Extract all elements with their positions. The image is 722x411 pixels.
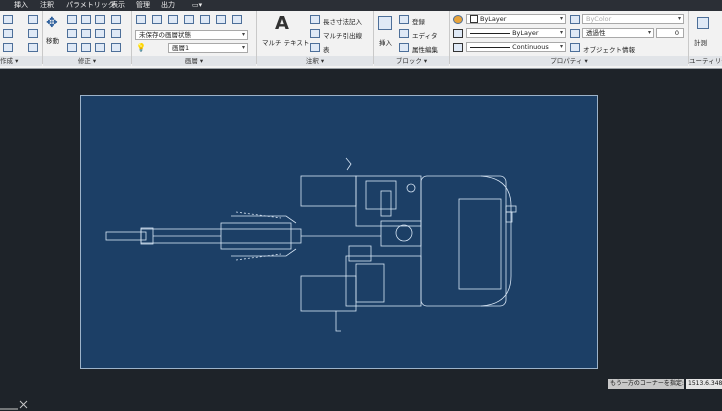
multileader-label[interactable]: マルチ引出線 bbox=[323, 30, 362, 40]
match-properties-icon[interactable] bbox=[453, 15, 463, 24]
lineweight-combo[interactable]: Continuous ▾ bbox=[466, 42, 566, 52]
copy-icon[interactable] bbox=[67, 15, 77, 24]
excavator-drawing bbox=[105, 157, 517, 332]
linetype-combo[interactable]: ByLayer ▾ bbox=[466, 28, 566, 38]
linetype-icon[interactable] bbox=[453, 43, 463, 52]
ucs-icon bbox=[0, 400, 28, 410]
panel-title-properties[interactable]: プロパティ ▾ bbox=[450, 56, 688, 66]
array-icon[interactable] bbox=[81, 43, 91, 52]
layer-state-combo[interactable]: 未保存の画層状態 ▾ bbox=[135, 30, 248, 40]
tab-parametric[interactable]: パラメトリック bbox=[66, 0, 115, 11]
rotate-icon[interactable] bbox=[81, 15, 91, 24]
layer-isolate-icon[interactable] bbox=[168, 15, 178, 24]
plotstyle-icon bbox=[570, 15, 580, 24]
multileader-icon[interactable] bbox=[310, 29, 320, 38]
move-label[interactable]: 移動 bbox=[46, 35, 59, 45]
block-create-icon[interactable] bbox=[399, 15, 409, 24]
lineweight-icon[interactable] bbox=[453, 29, 463, 38]
transparency-combo[interactable]: 透過性 ▾ bbox=[582, 28, 654, 38]
trim-icon[interactable] bbox=[95, 15, 105, 24]
tab-output[interactable]: 出力 bbox=[161, 0, 175, 11]
panel-title-block[interactable]: ブロック ▾ bbox=[374, 56, 449, 66]
plotstyle-combo[interactable]: ByColor ▾ bbox=[582, 14, 684, 24]
panel-title-layers[interactable]: 画層 ▾ bbox=[132, 56, 256, 66]
attribute-edit-label[interactable]: 属性編集 bbox=[412, 44, 438, 54]
ribbon: ✥ 移動 未保存の画層状態 ▾ 💡 画層1 ▾ A マルチ テキスト 長さ寸法記入 … bbox=[0, 11, 722, 69]
mirror-icon[interactable] bbox=[67, 29, 77, 38]
ribbon-tab-bar: 挿入 注釈 パラメトリック 表示 管理 出力 ▭▾ bbox=[0, 0, 722, 11]
join-icon[interactable] bbox=[111, 43, 121, 52]
region-icon[interactable] bbox=[28, 43, 38, 52]
explode-icon[interactable] bbox=[95, 29, 105, 38]
tab-manage[interactable]: 管理 bbox=[136, 0, 150, 11]
tab-view[interactable]: 表示 bbox=[111, 0, 125, 11]
layer-properties-icon[interactable] bbox=[136, 15, 146, 24]
stretch-icon[interactable] bbox=[111, 29, 121, 38]
list-icon[interactable] bbox=[570, 43, 580, 52]
panel-title-modify[interactable]: 修正 ▾ bbox=[43, 56, 131, 66]
offset-icon[interactable] bbox=[95, 43, 105, 52]
panel-title-create[interactable]: 作成 ▾ bbox=[0, 56, 42, 66]
block-create-label[interactable]: 登録 bbox=[412, 16, 425, 26]
ellipse-icon[interactable] bbox=[3, 43, 13, 52]
tab-annotate[interactable]: 注釈 bbox=[40, 0, 54, 11]
layer-off-icon[interactable] bbox=[152, 15, 162, 24]
panel-title-annotation[interactable]: 注釈 ▾ bbox=[257, 56, 373, 66]
layer-match-icon[interactable] bbox=[216, 15, 226, 24]
layer-walk-icon[interactable] bbox=[232, 15, 242, 24]
table-label[interactable]: 表 bbox=[323, 44, 330, 54]
color-combo[interactable]: ByLayer ▾ bbox=[466, 14, 566, 24]
mtext-label[interactable]: マルチ テキスト bbox=[262, 37, 309, 47]
transparency-value[interactable]: 0 bbox=[656, 28, 684, 38]
arc-icon[interactable] bbox=[3, 15, 13, 24]
layer-freeze-icon[interactable] bbox=[184, 15, 194, 24]
move-icon[interactable]: ✥ bbox=[46, 15, 58, 31]
mtext-icon[interactable]: A bbox=[275, 13, 289, 34]
drawing-canvas[interactable] bbox=[80, 95, 598, 369]
scale-icon[interactable] bbox=[67, 43, 77, 52]
erase-icon[interactable] bbox=[111, 15, 121, 24]
table-icon[interactable] bbox=[310, 43, 320, 52]
layer-lock-icon[interactable] bbox=[200, 15, 210, 24]
linear-dimension-icon[interactable] bbox=[310, 15, 320, 24]
measure-icon[interactable] bbox=[697, 17, 709, 29]
transparency-icon[interactable] bbox=[570, 29, 580, 38]
block-insert-label[interactable]: 挿入 bbox=[379, 37, 392, 47]
measure-label[interactable]: 計測 bbox=[694, 37, 707, 47]
linear-dimension-label[interactable]: 長さ寸法記入 bbox=[323, 16, 362, 26]
circle-icon[interactable] bbox=[3, 29, 13, 38]
layer-combo[interactable]: 画層1 ▾ bbox=[168, 43, 248, 53]
tab-more-icon[interactable]: ▭▾ bbox=[192, 0, 202, 11]
block-editor-label[interactable]: エディタ bbox=[412, 30, 438, 40]
attribute-edit-icon[interactable] bbox=[399, 43, 409, 52]
fillet-icon[interactable] bbox=[81, 29, 91, 38]
block-editor-icon[interactable] bbox=[399, 29, 409, 38]
rectangle-icon[interactable] bbox=[28, 29, 38, 38]
tab-insert[interactable]: 挿入 bbox=[14, 0, 28, 11]
hatch-icon[interactable] bbox=[28, 15, 38, 24]
command-prompt[interactable]: もう一方のコーナーを指定: bbox=[608, 379, 684, 389]
lightbulb-icon[interactable]: 💡 bbox=[136, 43, 146, 52]
coordinate-readout: 1513.6.3485 bbox=[686, 379, 722, 389]
block-insert-icon[interactable] bbox=[378, 16, 392, 30]
object-info-label[interactable]: オブジェクト情報 bbox=[583, 44, 635, 54]
panel-title-utilities[interactable]: ユーティリティ bbox=[689, 56, 722, 66]
